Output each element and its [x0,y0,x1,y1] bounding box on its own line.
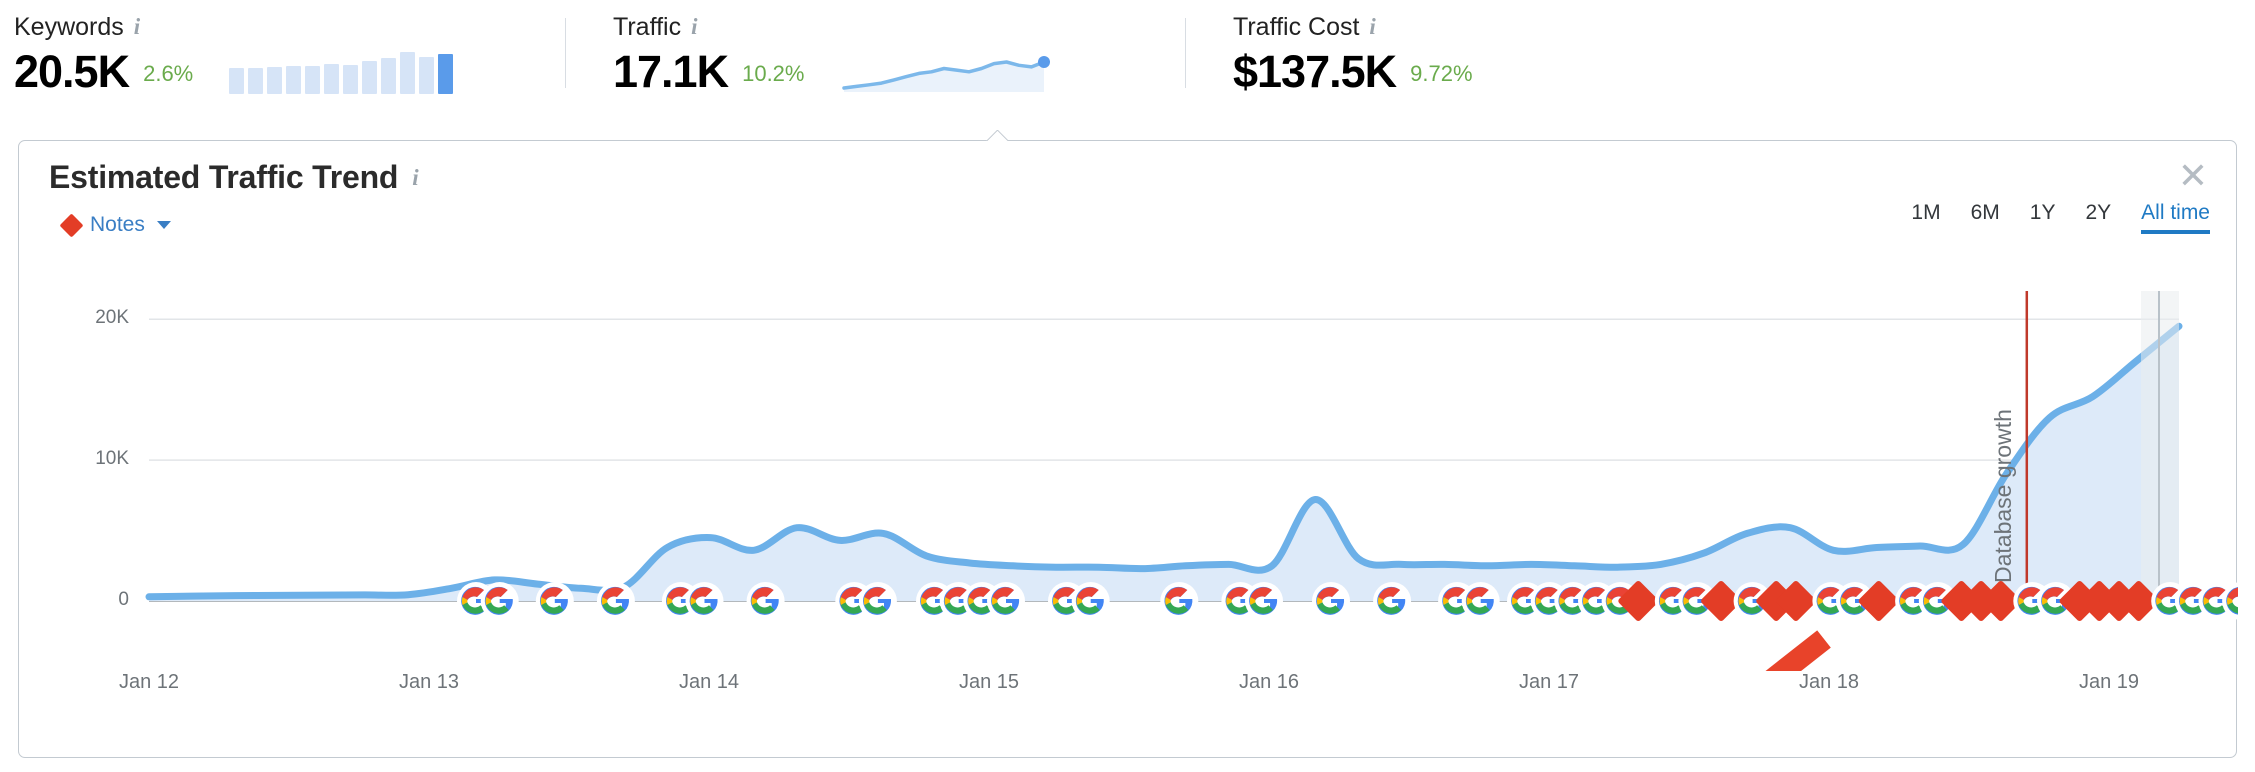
metric-keywords-value: 20.5K [14,46,130,97]
estimated-traffic-trend-card: Estimated Traffic Trend i ✕ Notes 1M 6M 1Y… [18,140,2238,758]
tab-1m[interactable]: 1M [1911,201,1940,234]
x-axis-tick: Jan 13 [398,671,460,693]
time-range-tabs: 1M 6M 1Y 2Y All time [1911,201,2210,234]
metric-divider [565,18,566,88]
notes-label: Notes [90,213,145,236]
keywords-bar [362,61,378,94]
google-g-icon[interactable] [858,582,897,620]
traffic-sparkline [840,50,1051,98]
keywords-bar [419,56,435,94]
annotation-label: Database growth [1990,409,2016,583]
google-g-icon[interactable] [535,582,574,620]
metric-traffic: Traffic i 17.1K 10.2% [565,0,1185,130]
metric-traffic-cost-value: $137.5K [1233,46,1397,97]
y-axis-tick: 0 [118,589,129,610]
google-g-icon[interactable] [685,582,724,620]
metric-keywords-title: Keywords [14,13,124,41]
metric-divider [1185,18,1186,88]
traffic-sparkline-fill [844,62,1045,92]
google-g-icon[interactable] [480,582,519,620]
chevron-down-icon [156,221,171,229]
google-g-icon[interactable] [1461,582,1500,620]
traffic-chart-svg: Database growth [145,291,2238,671]
google-g-icon[interactable] [1071,582,1110,620]
traffic-sparkline-end-dot [1038,56,1051,68]
metric-traffic-cost: Traffic Cost i $137.5K 9.72% [1185,0,1825,130]
x-axis-tick: Jan 14 [678,671,740,693]
metric-traffic-cost-label: Traffic Cost i [1233,12,1825,42]
card-pointer-notch [986,130,1008,141]
keywords-bar [248,68,264,94]
card-header: Estimated Traffic Trend i [49,159,419,196]
x-axis-tick: Jan 17 [1518,671,1580,693]
keywords-bar [267,67,283,94]
x-axis-tick: Jan 19 [2078,671,2140,693]
metric-keywords-delta: 2.6% [143,61,194,86]
google-g-icon[interactable] [1373,582,1412,620]
metric-traffic-delta: 10.2% [742,61,805,86]
google-g-icon[interactable] [1160,582,1199,620]
keywords-sparkline-bars [229,52,454,98]
google-g-icon[interactable] [596,582,635,620]
traffic-area-fill [149,326,2179,601]
google-g-icon[interactable] [746,582,785,620]
metric-keywords-value-row: 20.5K 2.6% [14,46,565,98]
info-icon[interactable]: i [412,165,418,191]
tab-1y[interactable]: 1Y [2030,201,2056,234]
x-axis-tick: Jan 18 [1798,671,1860,693]
close-icon[interactable]: ✕ [2174,158,2212,197]
metric-traffic-title: Traffic [613,13,682,41]
metric-traffic-cost-title: Traffic Cost [1233,13,1360,41]
google-g-icon[interactable] [1312,582,1350,620]
keywords-bar [438,54,454,94]
google-g-icon[interactable] [987,582,1025,620]
keywords-bar [381,57,397,94]
page-title: Estimated Traffic Trend [49,159,399,195]
y-axis-tick: 20K [95,307,129,329]
traffic-sparkline-svg [842,56,1051,92]
info-icon[interactable]: i [134,12,140,42]
tab-6m[interactable]: 6M [1971,201,2000,234]
keywords-bar [324,63,340,94]
tab-all-time[interactable]: All time [2141,201,2210,234]
metric-keywords: Keywords i 20.5K 2.6% [0,0,565,130]
google-g-icon[interactable] [1245,582,1283,620]
keywords-bar [305,66,321,94]
metric-traffic-label: Traffic i [613,12,1185,42]
x-axis-tick: Jan 15 [958,671,1020,693]
growth-arrow-icon [1765,630,1831,671]
keywords-bar [229,68,245,94]
notes-dropdown[interactable]: Notes [59,212,171,238]
traffic-chart: Database growth 0 10K 20K Jan 12 Jan 13 Jan … [19,271,2238,741]
keywords-bar [286,66,302,94]
info-icon[interactable]: i [691,12,697,42]
metric-traffic-cost-value-row: $137.5K 9.72% [1233,46,1825,98]
metric-traffic-value-row: 17.1K 10.2% [613,46,1185,98]
metric-traffic-cost-delta: 9.72% [1410,61,1473,86]
metric-traffic-value: 17.1K [613,46,729,97]
keywords-bar [400,52,416,94]
metrics-row: Keywords i 20.5K 2.6% Traffic i 17.1K 10… [0,0,2255,130]
red-diamond-icon [59,212,84,238]
x-axis-tick: Jan 12 [118,671,180,693]
y-axis-tick: 10K [95,448,129,470]
metric-keywords-label: Keywords i [14,12,565,42]
x-axis-tick: Jan 16 [1238,671,1300,693]
info-icon[interactable]: i [1369,12,1375,42]
keywords-bar [343,64,359,94]
tab-2y[interactable]: 2Y [2085,201,2111,234]
